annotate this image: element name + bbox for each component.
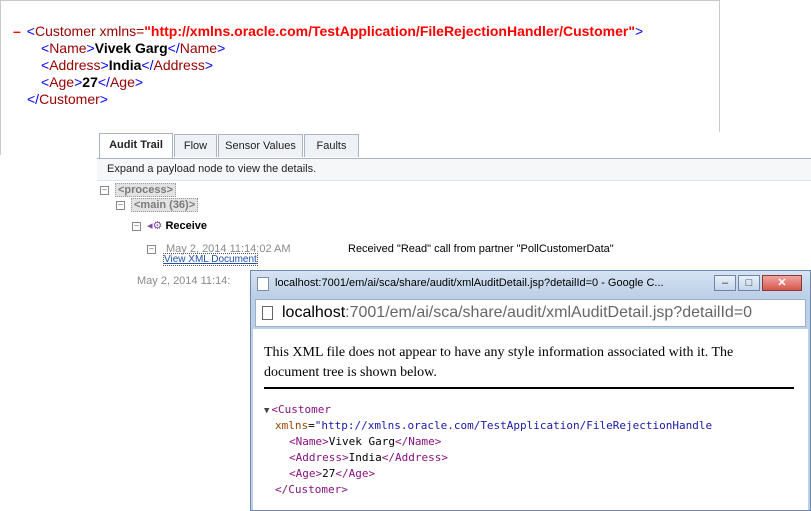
xml-address-line: <Address>India</Address> — [289, 451, 448, 464]
page-favicon-icon — [257, 277, 269, 291]
hint-text: Expand a payload node to view the detail… — [97, 159, 811, 181]
xml-tag: Customer — [34, 23, 96, 39]
style-notice: This XML file does not appear to have an… — [264, 345, 734, 380]
collapse-icon[interactable]: – — [132, 221, 141, 231]
main-label: <main (36)> — [131, 198, 199, 212]
tab-faults[interactable]: Faults — [304, 134, 359, 157]
page-content: This XML file does not appear to have an… — [253, 329, 808, 510]
collapse-icon[interactable]: – — [100, 185, 109, 195]
tab-audit-trail[interactable]: Audit Trail — [99, 133, 173, 158]
tree-node-receive[interactable]: – ◂⚙ Receive — [132, 219, 207, 232]
xml-age-line: <Age>27</Age> — [289, 467, 376, 480]
xml-line-customer-close: </Customer> — [27, 91, 108, 107]
url-text[interactable]: localhost:7001/em/ai/sca/share/audit/xml… — [282, 304, 752, 322]
tab-bar: Audit Trail Flow Sensor Values Faults — [97, 132, 811, 159]
divider — [264, 387, 794, 389]
xml-line-age: <Age>27</Age> — [41, 74, 144, 90]
tab-flow[interactable]: Flow — [174, 134, 217, 157]
window-title: localhost:7001/em/ai/sca/share/audit/xml… — [275, 277, 664, 289]
address-bar[interactable]: localhost:7001/em/ai/sca/share/audit/xml… — [255, 299, 806, 327]
xml-line-name: <Name>Vivek Garg</Name> — [41, 40, 226, 56]
tree-node-main[interactable]: – <main (36)> — [116, 198, 199, 212]
maximize-button[interactable]: □ — [738, 275, 760, 291]
browser-popup-window: localhost:7001/em/ai/sca/share/audit/xml… — [250, 270, 811, 511]
xml-text: 27 — [82, 74, 98, 90]
page-icon — [262, 306, 273, 320]
event-timestamp-2: May 2, 2014 11:14: — [137, 275, 231, 287]
view-xml-document-link[interactable]: View XML Document — [163, 253, 258, 266]
xml-name-line: <Name>Vivek Garg</Name> — [289, 435, 442, 448]
tab-sensor-values[interactable]: Sensor Values — [218, 134, 303, 157]
collapse-icon[interactable]: – — [116, 200, 125, 210]
xml-attr-name: xmlns= — [95, 23, 145, 39]
expand-caret-icon[interactable]: ▼ — [264, 406, 269, 416]
view-xml-link-wrap: View XML Document — [163, 253, 258, 266]
window-titlebar[interactable]: localhost:7001/em/ai/sca/share/audit/xml… — [251, 271, 810, 297]
receive-label: Receive — [165, 220, 208, 232]
minimize-button[interactable]: – — [714, 275, 736, 291]
xml-xmlns-attr: xmlns="http://xmlns.oracle.com/TestAppli… — [275, 419, 713, 432]
close-button[interactable]: ✕ — [762, 275, 802, 291]
xml-text: Vivek Garg — [94, 40, 168, 56]
collapse-toggle[interactable]: – — [13, 23, 21, 39]
xml-attr-value: "http://xmlns.oracle.com/TestApplication… — [144, 23, 635, 39]
event-message: Received "Read" call from partner "PollC… — [348, 243, 614, 255]
xml-text: India — [108, 57, 142, 73]
collapse-icon[interactable]: – — [147, 244, 156, 254]
xml-line-address: <Address>India</Address> — [41, 57, 214, 73]
tree-node-process[interactable]: – <process> — [100, 183, 177, 197]
process-label: <process> — [115, 183, 177, 197]
xml-root-open: ▼ <Customer — [264, 403, 332, 416]
xml-line-customer-open: – <Customer xmlns="http://xmlns.oracle.co… — [13, 23, 644, 39]
xml-root-close: </Customer> — [275, 483, 348, 496]
receive-gear-icon: ◂⚙ — [147, 220, 163, 232]
